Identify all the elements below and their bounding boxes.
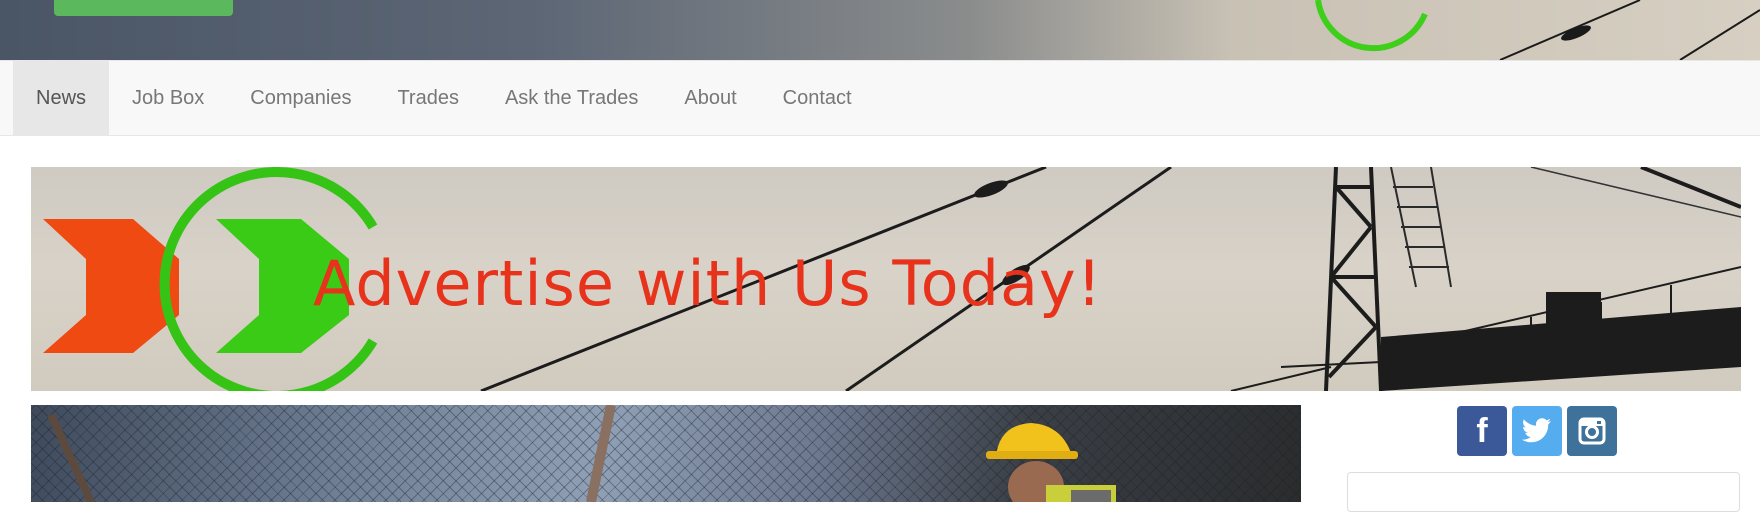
facebook-icon: f [1476,412,1488,450]
nav-item-news[interactable]: News [13,61,110,135]
green-arc-logo-icon [1315,0,1428,52]
twitter-button[interactable] [1512,406,1562,456]
nav-item-ask-the-trades[interactable]: Ask the Trades [482,61,661,135]
nav-item-about[interactable]: About [661,61,759,135]
facebook-button[interactable]: f [1457,406,1507,456]
sidebar-panel [1347,472,1740,512]
instagram-icon [1578,417,1606,445]
nav-item-companies[interactable]: Companies [227,61,374,135]
advertise-text: Advertise with Us Today! [313,247,1103,320]
instagram-button[interactable] [1567,406,1617,456]
advertise-banner[interactable]: Advertise with Us Today! [31,167,1741,391]
main-navbar: News Job Box Companies Trades Ask the Tr… [0,60,1760,136]
nav-list: News Job Box Companies Trades Ask the Tr… [13,61,875,135]
top-hero-image [0,0,1760,60]
nav-item-job-box[interactable]: Job Box [109,61,227,135]
worker-figure [47,405,1116,502]
hero-decoration [1315,0,1760,60]
social-links: f [1457,406,1617,456]
nav-item-contact[interactable]: Contact [760,61,875,135]
article-featured-image[interactable] [31,405,1301,502]
nav-item-trades[interactable]: Trades [374,61,482,135]
twitter-icon [1522,418,1551,443]
